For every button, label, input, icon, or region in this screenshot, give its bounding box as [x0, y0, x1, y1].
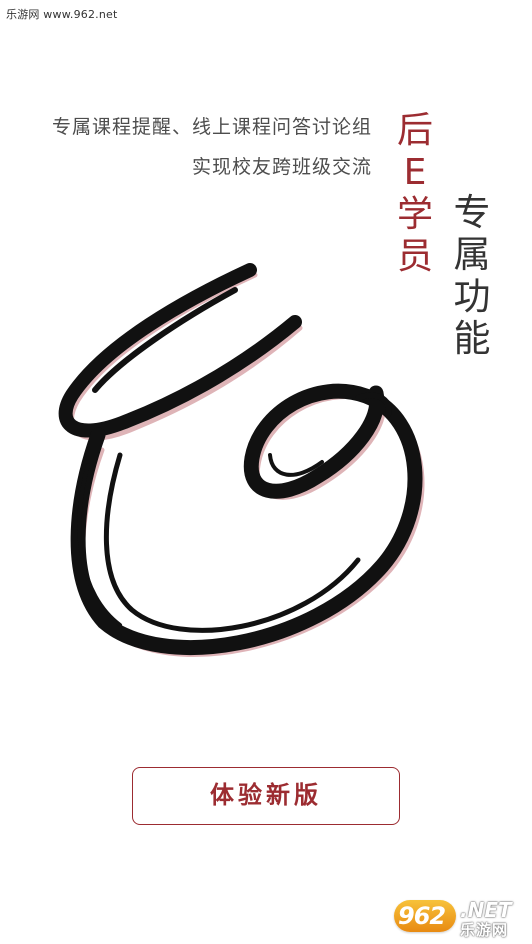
tagline-line-2: 实现校友跨班级交流 [191, 156, 372, 178]
watermark-badge-text: 962 [398, 902, 446, 930]
vertical-gray-char: 能 [453, 317, 491, 360]
calligraphy-e-logo-icon [58, 263, 425, 657]
vertical-red-char: 学 [396, 194, 433, 235]
splash-screen: 乐游网 www.962.net 专属课程提醒、线上课程问答讨论组 实现校友跨班级… [0, 0, 532, 944]
vertical-gray-char: 属 [453, 233, 491, 276]
watermark-cn-text: 乐游网 [460, 921, 509, 939]
vertical-red-char: 后 [396, 110, 433, 151]
vertical-gray-char: 专 [453, 191, 491, 234]
tagline-line-1: 专属课程提醒、线上课程问答讨论组 [51, 116, 372, 138]
try-new-version-button[interactable]: 体验新版 [132, 767, 400, 825]
vertical-gray-char: 功 [453, 275, 491, 318]
watermark-top-text: 乐游网 www.962.net [6, 8, 118, 21]
vertical-title-gray: 专 属 功 能 [450, 192, 494, 360]
vertical-red-char: E [403, 152, 427, 193]
watermark-badge: 962 [394, 900, 456, 932]
watermark-bottom-logo: 962 .NET 乐游网 [394, 898, 524, 939]
